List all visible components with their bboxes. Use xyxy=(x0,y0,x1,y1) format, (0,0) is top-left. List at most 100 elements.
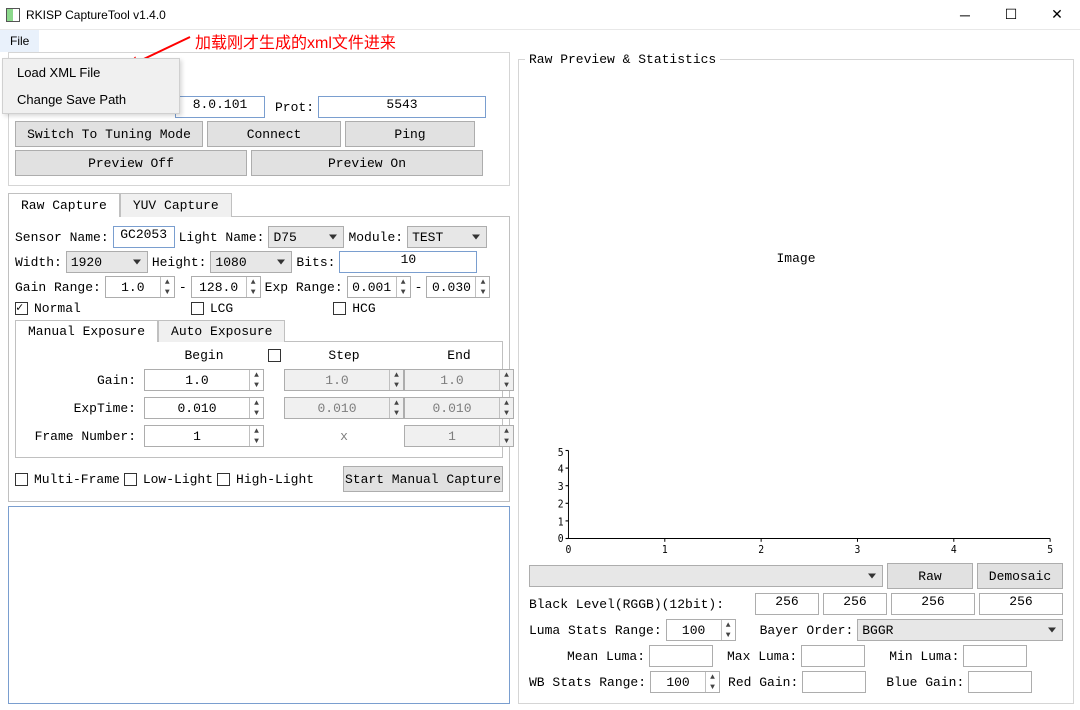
multi-frame-check[interactable] xyxy=(15,473,28,486)
exptime-end-spin: 0.010▲▼ xyxy=(404,397,514,419)
gain-lo-spin[interactable]: 1.0▲▼ xyxy=(105,276,175,298)
gain-end-spin: 1.0▲▼ xyxy=(404,369,514,391)
close-button[interactable]: ✕ xyxy=(1034,0,1080,30)
minimize-button[interactable]: ─ xyxy=(942,0,988,30)
luma-range-spin[interactable]: 100▲▼ xyxy=(666,619,736,641)
stats-chart: 0 1 2 3 4 5 0 1 2 3 4 xyxy=(525,445,1067,555)
gain-begin-spin[interactable]: 1.0▲▼ xyxy=(144,369,264,391)
frame-step-x: x xyxy=(284,429,404,444)
exp-hi-spin[interactable]: 0.030▲▼ xyxy=(426,276,490,298)
mean-luma-label: Mean Luma: xyxy=(529,649,645,664)
svg-text:0: 0 xyxy=(558,532,564,545)
bayer-label: Bayer Order: xyxy=(760,623,854,638)
svg-text:4: 4 xyxy=(558,463,564,476)
menu-change-save-path[interactable]: Change Save Path xyxy=(3,86,179,113)
svg-text:2: 2 xyxy=(558,498,564,511)
maximize-button[interactable]: ☐ xyxy=(988,0,1034,30)
start-capture-button[interactable]: Start Manual Capture xyxy=(343,466,503,492)
svg-text:3: 3 xyxy=(855,543,861,555)
titlebar: RKISP CaptureTool v1.4.0 ─ ☐ ✕ xyxy=(0,0,1080,30)
module-select[interactable]: TEST xyxy=(407,226,487,248)
hcg-label: HCG xyxy=(352,301,375,316)
log-area[interactable] xyxy=(8,506,510,704)
svg-text:3: 3 xyxy=(558,481,564,494)
bl-b[interactable]: 256 xyxy=(979,593,1063,615)
tab-manual-exposure[interactable]: Manual Exposure xyxy=(15,320,158,342)
menu-file[interactable]: File xyxy=(0,30,39,52)
tab-yuv-capture[interactable]: YUV Capture xyxy=(120,193,232,217)
sensor-field[interactable]: GC2053 xyxy=(113,226,175,248)
port-label: Prot: xyxy=(275,100,314,115)
frame-end-spin: 1▲▼ xyxy=(404,425,514,447)
image-placeholder: Image xyxy=(776,251,815,266)
svg-text:1: 1 xyxy=(558,516,564,529)
gain-label: Gain: xyxy=(24,373,144,388)
switch-tuning-button[interactable]: Switch To Tuning Mode xyxy=(15,121,203,147)
bl-r[interactable]: 256 xyxy=(755,593,819,615)
sensor-label: Sensor Name: xyxy=(15,230,109,245)
exptime-begin-spin[interactable]: 0.010▲▼ xyxy=(144,397,264,419)
frame-begin-spin[interactable]: 1▲▼ xyxy=(144,425,264,447)
app-icon xyxy=(6,8,20,22)
exp-lo-spin[interactable]: 0.001▲▼ xyxy=(347,276,411,298)
manual-exposure-panel: Begin Step End Gain: 1.0▲▼ 1.0▲▼ 1.0▲▼ E… xyxy=(15,341,503,458)
svg-text:0: 0 xyxy=(566,543,572,555)
tab-auto-exposure[interactable]: Auto Exposure xyxy=(158,320,285,342)
stats-select[interactable] xyxy=(529,565,883,587)
hcg-check[interactable] xyxy=(333,302,346,315)
max-luma-field xyxy=(801,645,865,667)
normal-check[interactable] xyxy=(15,302,28,315)
ip-field[interactable]: 8.0.101 xyxy=(175,96,265,118)
low-light-label: Low-Light xyxy=(143,472,213,487)
gain-step-spin: 1.0▲▼ xyxy=(284,369,404,391)
col-end: End xyxy=(404,348,514,363)
light-select[interactable]: D75 xyxy=(268,226,344,248)
bits-label: Bits: xyxy=(296,255,335,270)
tab-raw-capture[interactable]: Raw Capture xyxy=(8,193,120,217)
max-luma-label: Max Luma: xyxy=(727,649,797,664)
ping-button[interactable]: Ping xyxy=(345,121,475,147)
red-gain-field xyxy=(802,671,866,693)
min-luma-label: Min Luma: xyxy=(889,649,959,664)
high-light-check[interactable] xyxy=(217,473,230,486)
blue-gain-field xyxy=(968,671,1032,693)
preview-on-button[interactable]: Preview On xyxy=(251,150,483,176)
step-enable-check[interactable] xyxy=(268,349,281,362)
file-dropdown: Load XML File Change Save Path xyxy=(2,58,180,114)
normal-label: Normal xyxy=(34,301,81,316)
bl-g2[interactable]: 256 xyxy=(891,593,975,615)
raw-button[interactable]: Raw xyxy=(887,563,973,589)
low-light-check[interactable] xyxy=(124,473,137,486)
exp-range-label: Exp Range: xyxy=(265,280,343,295)
black-level-label: Black Level(RGGB)(12bit): xyxy=(529,597,724,612)
bits-field[interactable]: 10 xyxy=(339,251,477,273)
mean-luma-field xyxy=(649,645,713,667)
width-select[interactable]: 1920 xyxy=(66,251,148,273)
annotation-text: 加载刚才生成的xml文件进来 xyxy=(195,29,396,53)
exptime-label: ExpTime: xyxy=(24,401,144,416)
high-light-label: High-Light xyxy=(236,472,314,487)
svg-text:1: 1 xyxy=(662,543,668,555)
port-field[interactable]: 5543 xyxy=(318,96,486,118)
blue-gain-label: Blue Gain: xyxy=(886,675,964,690)
red-gain-label: Red Gain: xyxy=(728,675,798,690)
gain-hi-spin[interactable]: 128.0▲▼ xyxy=(191,276,261,298)
demosaic-button[interactable]: Demosaic xyxy=(977,563,1063,589)
lcg-label: LCG xyxy=(210,301,233,316)
bayer-select[interactable]: BGGR xyxy=(857,619,1063,641)
svg-text:4: 4 xyxy=(951,543,957,555)
raw-capture-panel: Sensor Name: GC2053 Light Name: D75 Modu… xyxy=(8,216,510,502)
connect-button[interactable]: Connect xyxy=(207,121,341,147)
module-label: Module: xyxy=(348,230,403,245)
light-label: Light Name: xyxy=(179,230,265,245)
preview-title: Raw Preview & Statistics xyxy=(525,52,720,67)
multi-frame-label: Multi-Frame xyxy=(34,472,120,487)
bl-g1[interactable]: 256 xyxy=(823,593,887,615)
exptime-step-spin: 0.010▲▼ xyxy=(284,397,404,419)
menu-load-xml[interactable]: Load XML File xyxy=(3,59,179,86)
wb-range-spin[interactable]: 100▲▼ xyxy=(650,671,720,693)
preview-off-button[interactable]: Preview Off xyxy=(15,150,247,176)
height-select[interactable]: 1080 xyxy=(210,251,292,273)
svg-text:2: 2 xyxy=(758,543,764,555)
lcg-check[interactable] xyxy=(191,302,204,315)
